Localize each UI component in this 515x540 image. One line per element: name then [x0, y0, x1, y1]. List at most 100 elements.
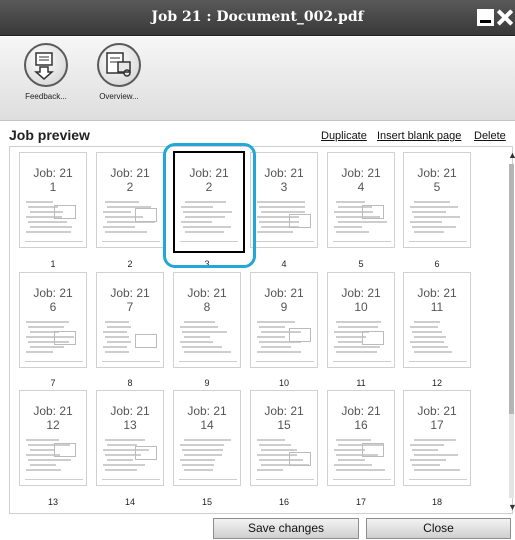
thumbnail-text-line — [28, 326, 64, 328]
thumbnail-text-line — [105, 439, 145, 441]
thumbnail-text-line — [28, 221, 67, 223]
thumbnail-text-line — [30, 449, 55, 451]
job-id-text: Job: 21 — [341, 404, 381, 418]
scroll-thumb[interactable] — [509, 164, 514, 414]
thumbnail-text-line — [107, 444, 137, 446]
job-id-text: Job: 21 — [264, 404, 304, 418]
grid-scrollbar[interactable]: ▲ ▼ — [508, 150, 515, 512]
thumbnail-text-line — [338, 341, 363, 343]
thumbnail-text-line — [412, 464, 440, 466]
thumbnail-footer-line — [179, 479, 237, 480]
thumbnail-text-line — [105, 351, 129, 353]
job-page-number: 14 — [200, 418, 214, 432]
job-page-number: 6 — [49, 300, 57, 314]
page-thumbnail[interactable]: Job: 21 8 — [173, 272, 241, 368]
job-page-number: 2 — [205, 180, 213, 194]
job-id-text: Job: 21 — [341, 166, 381, 180]
thumbnail-text-line — [105, 201, 139, 203]
toolbar: Feedback... Overview... — [0, 37, 515, 121]
page-thumbnail[interactable]: Job: 21 2 — [96, 152, 164, 248]
page-number-label: 6 — [434, 259, 440, 269]
thumbnail-text-line — [184, 439, 231, 441]
thumbnail-text-line — [414, 351, 452, 353]
thumbnail-text-line — [28, 459, 71, 461]
thumbnail-footer-line — [25, 241, 83, 242]
job-id-text: Job: 21 — [110, 286, 150, 300]
insert-blank-page-link[interactable]: Insert blank page — [377, 130, 461, 142]
minimize-icon[interactable] — [477, 9, 494, 26]
scroll-track[interactable] — [509, 164, 514, 498]
thumbnail-text-line — [410, 326, 438, 328]
page-thumbnail[interactable]: Job: 21 11 — [403, 272, 471, 368]
thumbnail-figure — [135, 208, 157, 222]
scroll-down-icon[interactable]: ▼ — [508, 502, 515, 512]
scroll-up-icon[interactable]: ▲ — [508, 150, 515, 160]
thumbnail-text-line — [105, 336, 129, 338]
page-thumbnail[interactable]: Job: 21 15 — [250, 390, 318, 486]
page-thumbnail[interactable]: Job: 21 10 — [327, 272, 395, 368]
thumbnail-text-line — [336, 321, 381, 323]
thumbnail-text-line — [412, 226, 456, 228]
page-job-label: Job: 21 15 — [251, 404, 317, 432]
thumbnail-text-line — [105, 231, 147, 233]
thumbnail-text-line — [412, 331, 442, 333]
page-number-label: 13 — [47, 497, 58, 507]
thumbnail-footer-line — [409, 479, 467, 480]
page-job-label: Job: 21 6 — [20, 286, 86, 314]
selection-highlight — [163, 143, 256, 268]
thumbnail-text-line — [414, 201, 450, 203]
page-job-label: Job: 21 8 — [174, 286, 240, 314]
thumbnail-text-line — [107, 341, 131, 343]
thumbnail-text-line — [257, 469, 283, 471]
thumbnail-text-line — [338, 221, 387, 223]
thumbnail-text-line — [410, 221, 442, 223]
thumbnail-text-line — [261, 449, 297, 451]
close-button[interactable]: Close — [366, 518, 511, 539]
thumbnail-footer-line — [333, 241, 391, 242]
thumbnail-text-line — [334, 346, 380, 348]
page-number-label: 8 — [127, 378, 133, 388]
page-job-label: Job: 21 12 — [20, 404, 86, 432]
job-id-text: Job: 21 — [264, 286, 304, 300]
page-thumbnail[interactable]: Job: 21 14 — [173, 390, 241, 486]
page-thumbnail[interactable]: Job: 21 9 — [250, 272, 318, 368]
job-page-number: 10 — [354, 300, 368, 314]
page-job-label: Job: 21 10 — [328, 286, 394, 314]
thumbnail-text-line — [259, 444, 291, 446]
page-thumbnail[interactable]: Job: 21 3 — [250, 152, 318, 248]
thumbnail-text-line — [414, 231, 444, 233]
job-id-text: Job: 21 — [417, 404, 457, 418]
thumbnail-text-line — [107, 326, 131, 328]
save-changes-button[interactable]: Save changes — [213, 518, 359, 539]
page-number-label: 2 — [127, 259, 133, 269]
thumbnail-footer-line — [102, 241, 160, 242]
thumbnail-text-line — [26, 469, 61, 471]
close-window-icon[interactable] — [496, 9, 513, 26]
page-thumbnail[interactable]: Job: 21 12 — [19, 390, 87, 486]
job-id-text: Job: 21 — [110, 166, 150, 180]
page-job-label: Job: 21 4 — [328, 166, 394, 194]
thumbnail-text-line — [182, 346, 222, 348]
thumbnail-text-line — [414, 321, 440, 323]
footer: Save changes Close — [0, 515, 515, 540]
thumbnail-text-line — [107, 459, 133, 461]
thumbnail-figure — [135, 334, 157, 348]
page-thumbnail[interactable]: Job: 21 1 — [19, 152, 87, 248]
feedback-button[interactable]: Feedback... — [18, 43, 74, 101]
overview-button[interactable]: Overview... — [91, 43, 147, 101]
page-thumbnail[interactable]: Job: 21 17 — [403, 390, 471, 486]
thumbnail-text-line — [184, 321, 215, 323]
page-thumbnail[interactable]: Job: 21 4 — [327, 152, 395, 248]
page-thumbnail[interactable]: Job: 21 6 — [19, 272, 87, 368]
duplicate-link[interactable]: Duplicate — [321, 130, 367, 142]
page-thumbnail[interactable]: Job: 21 13 — [96, 390, 164, 486]
thumbnail-text-line — [103, 331, 127, 333]
page-thumbnail[interactable]: Job: 21 7 — [96, 272, 164, 368]
thumbnail-text-line — [105, 469, 137, 471]
page-thumbnail[interactable]: Job: 21 5 — [403, 152, 471, 248]
job-id-text: Job: 21 — [187, 404, 227, 418]
delete-link[interactable]: Delete — [474, 130, 506, 142]
page-thumbnail[interactable]: Job: 21 16 — [327, 390, 395, 486]
job-page-number: 4 — [357, 180, 365, 194]
page-number-label: 15 — [201, 497, 212, 507]
